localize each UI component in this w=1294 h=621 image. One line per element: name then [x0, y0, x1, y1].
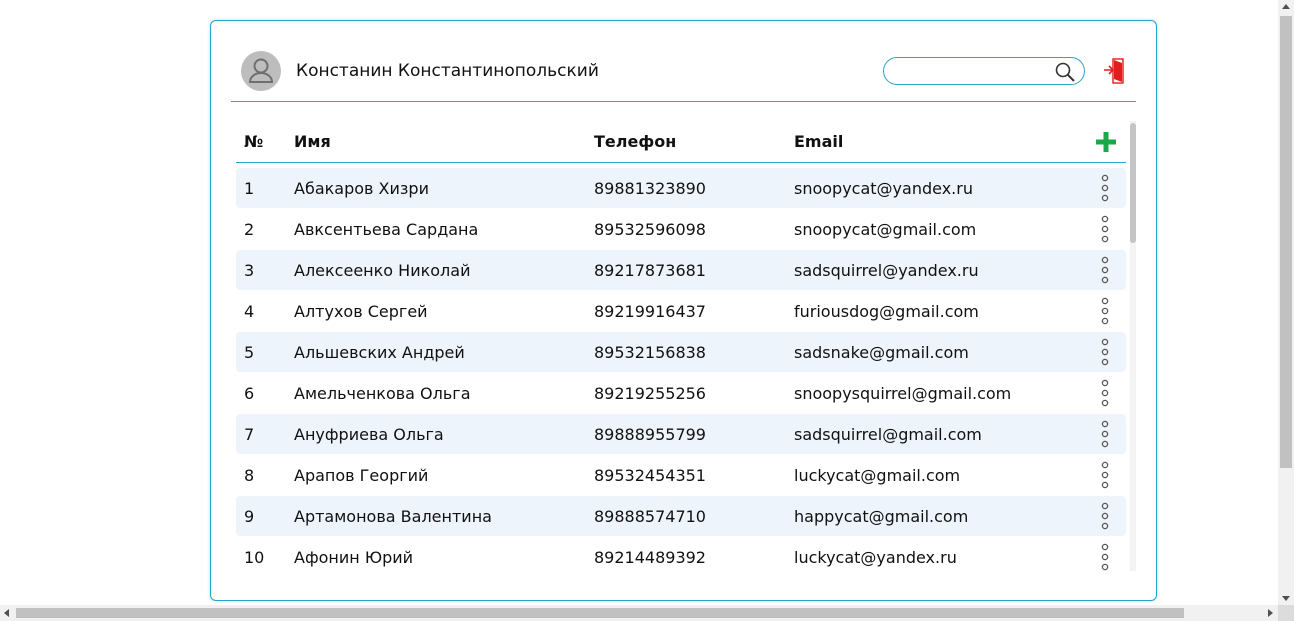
table-row[interactable]: 10 Афонин Юрий 89214489392 luckycat@yand…	[236, 537, 1126, 577]
table-scrollbar-thumb[interactable]	[1130, 123, 1136, 243]
table-row[interactable]: 2 Авксентьева Сардана 89532596098 snoopy…	[236, 209, 1126, 249]
header-divider	[231, 101, 1136, 102]
vertical-scroll-thumb[interactable]	[1280, 16, 1292, 468]
column-phone[interactable]: Телефон	[594, 132, 676, 151]
row-email: snoopysquirrel@gmail.com	[794, 384, 1012, 403]
row-name: Алексеенко Николай	[294, 261, 471, 280]
row-name: Авксентьева Сардана	[294, 220, 479, 239]
row-number: 8	[244, 466, 255, 485]
row-number: 10	[244, 548, 265, 567]
row-phone: 89888574710	[594, 507, 706, 526]
search-box	[883, 57, 1085, 85]
row-email: happycat@gmail.com	[794, 507, 969, 526]
logout-icon[interactable]	[1103, 58, 1127, 84]
table-row[interactable]: 3 Алексеенко Николай 89217873681 sadsqui…	[236, 250, 1126, 290]
row-name: Алтухов Сергей	[294, 302, 428, 321]
row-number: 6	[244, 384, 255, 403]
kebab-menu-icon[interactable]	[1098, 461, 1112, 489]
scrollbar-corner	[1278, 605, 1294, 621]
kebab-menu-icon[interactable]	[1098, 174, 1112, 202]
page-vertical-scrollbar[interactable]	[1278, 0, 1294, 605]
row-email: furiousdog@gmail.com	[794, 302, 979, 321]
kebab-menu-icon[interactable]	[1098, 543, 1112, 571]
row-email: luckycat@yandex.ru	[794, 548, 957, 567]
column-email[interactable]: Email	[794, 132, 843, 151]
row-name: Амельченкова Ольга	[294, 384, 471, 403]
row-number: 9	[244, 507, 255, 526]
search-icon[interactable]	[1054, 61, 1076, 83]
contacts-card: Констанин Константинопольский № Имя Теле…	[210, 20, 1157, 601]
scroll-right-arrow-icon[interactable]	[1268, 609, 1273, 617]
row-email: sadsquirrel@yandex.ru	[794, 261, 979, 280]
row-email: snoopycat@gmail.com	[794, 220, 977, 239]
kebab-menu-icon[interactable]	[1098, 215, 1112, 243]
column-name[interactable]: Имя	[294, 132, 331, 151]
row-name: Артамонова Валентина	[294, 507, 492, 526]
row-phone: 89217873681	[594, 261, 706, 280]
row-email: sadsquirrel@gmail.com	[794, 425, 982, 444]
user-name: Констанин Константинопольский	[296, 61, 599, 81]
row-number: 2	[244, 220, 255, 239]
row-phone: 89219255256	[594, 384, 706, 403]
row-name: Арапов Георгий	[294, 466, 429, 485]
row-phone: 89214489392	[594, 548, 706, 567]
table-row[interactable]: 8 Арапов Георгий 89532454351 luckycat@gm…	[236, 455, 1126, 495]
table-row[interactable]: 6 Амельченкова Ольга 89219255256 snoopys…	[236, 373, 1126, 413]
row-number: 5	[244, 343, 255, 362]
table-row[interactable]: 5 Альшевских Андрей 89532156838 sadsnake…	[236, 332, 1126, 372]
row-phone: 89532156838	[594, 343, 706, 362]
row-phone: 89532454351	[594, 466, 706, 485]
table-row[interactable]: 1 Абакаров Хизри 89881323890 snoopycat@y…	[236, 168, 1126, 208]
table-header: № Имя Телефон Email	[236, 121, 1126, 163]
row-name: Афонин Юрий	[294, 548, 414, 567]
scroll-up-arrow-icon[interactable]	[1282, 4, 1290, 9]
row-number: 4	[244, 302, 255, 321]
row-phone: 89219916437	[594, 302, 706, 321]
page-horizontal-scrollbar[interactable]	[0, 605, 1278, 621]
row-name: Альшевских Андрей	[294, 343, 465, 362]
user-avatar-icon	[248, 58, 274, 83]
kebab-menu-icon[interactable]	[1098, 502, 1112, 530]
contacts-table: № Имя Телефон Email 1 Абакаров Хизри 898…	[236, 121, 1126, 591]
table-row[interactable]: 4 Алтухов Сергей 89219916437 furiousdog@…	[236, 291, 1126, 331]
table-row[interactable]: 7 Ануфриева Ольга 89888955799 sadsquirre…	[236, 414, 1126, 454]
row-phone: 89881323890	[594, 179, 706, 198]
scroll-left-arrow-icon[interactable]	[4, 609, 9, 617]
kebab-menu-icon[interactable]	[1098, 338, 1112, 366]
row-phone: 89888955799	[594, 425, 706, 444]
kebab-menu-icon[interactable]	[1098, 420, 1112, 448]
column-number[interactable]: №	[244, 132, 263, 151]
row-name: Абакаров Хизри	[294, 179, 429, 198]
row-email: luckycat@gmail.com	[794, 466, 961, 485]
kebab-menu-icon[interactable]	[1098, 297, 1112, 325]
horizontal-scroll-thumb[interactable]	[16, 608, 1184, 618]
table-row[interactable]: 9 Артамонова Валентина 89888574710 happy…	[236, 496, 1126, 536]
header: Констанин Константинопольский	[231, 51, 1136, 101]
row-number: 7	[244, 425, 255, 444]
scroll-down-arrow-icon[interactable]	[1282, 596, 1290, 601]
table-scrollbar[interactable]	[1130, 121, 1136, 571]
row-phone: 89532596098	[594, 220, 706, 239]
row-name: Ануфриева Ольга	[294, 425, 444, 444]
row-number: 1	[244, 179, 255, 198]
row-email: snoopycat@yandex.ru	[794, 179, 973, 198]
row-email: sadsnake@gmail.com	[794, 343, 969, 362]
add-contact-button[interactable]	[1096, 131, 1116, 153]
search-input[interactable]	[892, 61, 1046, 81]
kebab-menu-icon[interactable]	[1098, 379, 1112, 407]
row-number: 3	[244, 261, 255, 280]
avatar[interactable]	[241, 51, 281, 91]
kebab-menu-icon[interactable]	[1098, 256, 1112, 284]
